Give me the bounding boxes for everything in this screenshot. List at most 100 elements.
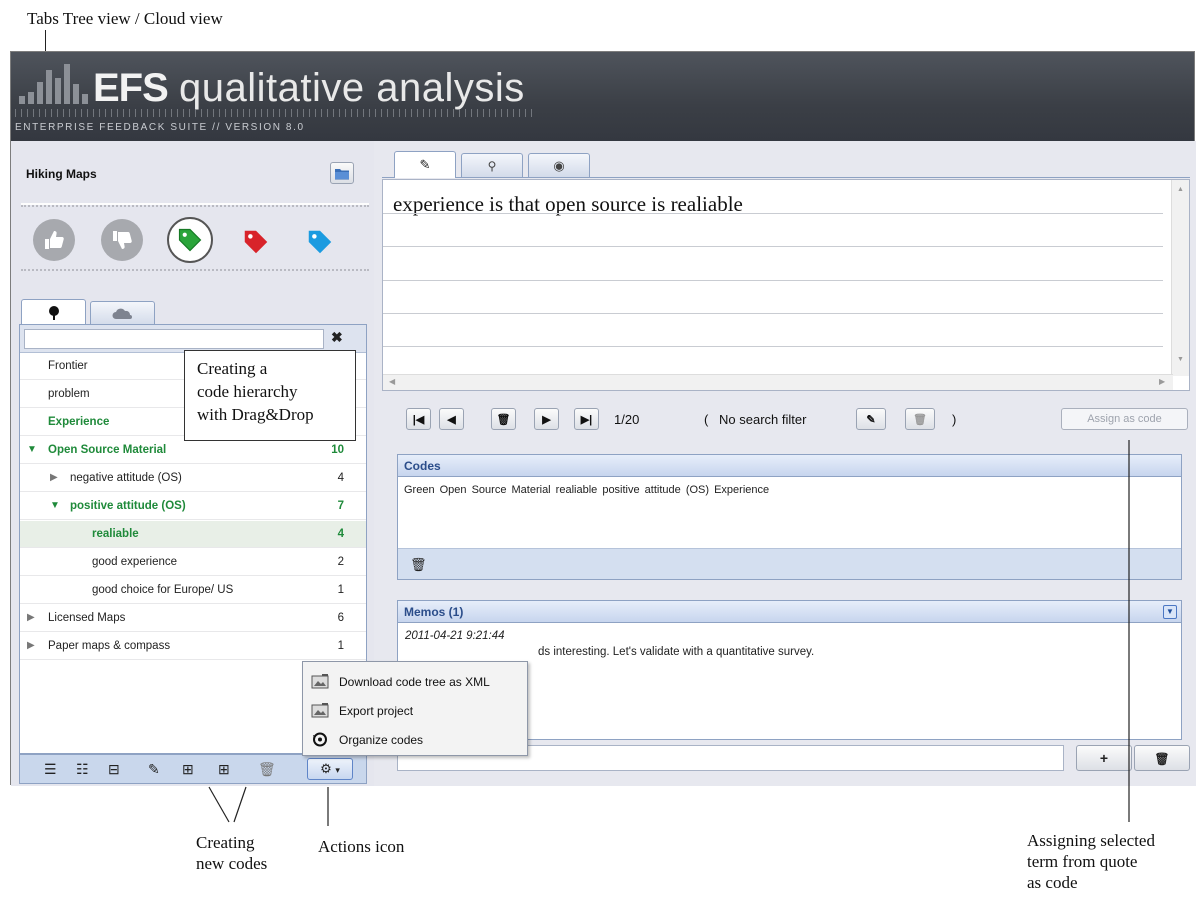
menu-item-label: Download code tree as XML: [339, 675, 490, 689]
vertical-scrollbar[interactable]: ▲ ▼: [1171, 180, 1189, 376]
separator: [21, 269, 369, 271]
tree-row[interactable]: ▶ Paper maps & compass 1: [20, 633, 366, 660]
red-tag-icon[interactable]: [241, 227, 271, 262]
separator: [21, 205, 369, 207]
first-quote-button[interactable]: |◀: [406, 408, 431, 430]
edit-code-icon[interactable]: ✎: [148, 761, 160, 778]
tab-edit-quote[interactable]: ✎: [394, 151, 456, 178]
indent-icon[interactable]: ☷: [76, 761, 89, 778]
tab-cloud-view[interactable]: [90, 301, 155, 325]
add-subcode-icon[interactable]: ⊞: [218, 761, 230, 778]
tree-row[interactable]: ▼ positive attitude (OS) 7: [20, 493, 366, 520]
tree-icon: [48, 305, 59, 320]
quote-text-area[interactable]: experience is that open source is realia…: [382, 179, 1190, 391]
edit-filter-button[interactable]: ✎: [856, 408, 886, 430]
expanded-triangle-icon[interactable]: ▼: [50, 500, 60, 511]
tree-toolbar: ☰ ☷ ⊟ ✎ ⊞ ⊞ 🗑 ⚙ ▾: [19, 754, 367, 784]
remove-code-icon[interactable]: 🗑: [410, 557, 427, 573]
clear-filter-button[interactable]: 🗑: [905, 408, 935, 430]
actions-button[interactable]: ⚙ ▾: [307, 758, 353, 780]
ruler-decoration: [15, 109, 535, 117]
codes-title: Codes: [398, 455, 1181, 477]
horizontal-scrollbar[interactable]: ◀ ▶: [383, 374, 1173, 390]
menu-item-export-project[interactable]: Export project: [303, 697, 527, 725]
callout-text: Creating a: [197, 359, 268, 378]
product-subtitle: ENTERPRISE FEEDBACK SUITE // VERSION 8.0: [15, 122, 305, 133]
delete-quote-button[interactable]: 🗑: [491, 408, 516, 430]
tab-strip-border: [382, 177, 1190, 178]
tree-row-label: good choice for Europe/ US: [92, 584, 234, 596]
memos-title: Memos (1): [398, 601, 1181, 623]
dropdown-arrow-icon: ▾: [335, 765, 340, 775]
annotation-text: term from quote: [1027, 852, 1138, 871]
tree-filter-input[interactable]: [24, 329, 324, 349]
tree-row-label: Licensed Maps: [48, 612, 126, 624]
blue-tag-icon[interactable]: [305, 227, 335, 262]
outdent-icon[interactable]: ☰: [44, 761, 57, 778]
tree-row-label: negative attitude (OS): [70, 472, 182, 484]
eye-icon: ◉: [553, 157, 565, 173]
tree-filter-bar: ✖: [20, 325, 366, 353]
collapse-memos-icon[interactable]: ▼: [1163, 605, 1177, 619]
annotation-actions-icon: Actions icon: [318, 837, 405, 856]
menu-item-label: Organize codes: [339, 733, 424, 747]
tree-row[interactable]: good choice for Europe/ US 1: [20, 577, 366, 604]
cloud-icon: [112, 308, 132, 319]
callout-text: with Drag&Drop: [197, 405, 314, 424]
tree-row[interactable]: ▶ Licensed Maps 6: [20, 605, 366, 632]
thumbs-down-icon[interactable]: [101, 219, 143, 261]
download-icon: [311, 674, 329, 689]
open-project-button[interactable]: [330, 162, 354, 184]
expanded-triangle-icon[interactable]: ▼: [27, 444, 37, 455]
collapsed-triangle-icon[interactable]: ▶: [27, 640, 35, 651]
tree-row[interactable]: ▶ negative attitude (OS) 4: [20, 465, 366, 492]
tree-row[interactable]: realiable 4: [20, 521, 366, 548]
delete-code-icon[interactable]: 🗑: [258, 761, 276, 778]
folder-icon: [335, 168, 349, 179]
tree-row-count: 1: [337, 640, 344, 652]
annotation-assign-code: Assigning selected term from quote as co…: [1027, 830, 1155, 893]
text-line: [383, 313, 1163, 314]
collapsed-triangle-icon[interactable]: ▶: [50, 472, 58, 483]
tree-row-count: 7: [337, 500, 344, 512]
collapsed-triangle-icon[interactable]: ▶: [27, 612, 35, 623]
codes-footer: 🗑: [398, 548, 1181, 579]
quote-position: 1/20: [614, 412, 640, 427]
tree-row-count: 2: [337, 556, 344, 568]
delete-memo-button[interactable]: 🗑: [1134, 745, 1190, 771]
assign-as-code-button[interactable]: Assign as code: [1061, 408, 1188, 430]
annotation-text: Assigning selected: [1027, 831, 1155, 850]
tree-row-label: Experience: [48, 416, 110, 428]
previous-quote-button[interactable]: ◀: [439, 408, 464, 430]
thumbs-up-icon[interactable]: [33, 219, 75, 261]
hierarchy-icon[interactable]: ⊟: [108, 761, 120, 778]
filter-paren-close: ): [952, 412, 957, 427]
tab-preview[interactable]: ◉: [528, 153, 590, 177]
tab-search[interactable]: ⚲: [461, 153, 523, 177]
gear-icon: ⚙: [320, 761, 332, 776]
menu-item-organize-codes[interactable]: Organize codes: [303, 726, 527, 754]
text-line: [383, 280, 1163, 281]
tab-tree-view[interactable]: [21, 299, 86, 325]
tree-row[interactable]: ▼ Open Source Material 10: [20, 437, 366, 464]
annotation-text: Creating: [196, 833, 255, 852]
add-code-icon[interactable]: ⊞: [182, 761, 194, 778]
add-memo-button[interactable]: +: [1076, 745, 1132, 771]
pencil-icon: ✎: [419, 157, 431, 172]
tree-row[interactable]: good experience 2: [20, 549, 366, 576]
menu-item-label: Export project: [339, 704, 414, 718]
last-quote-button[interactable]: ▶|: [574, 408, 599, 430]
annotation-tabs-view: Tabs Tree view / Cloud view: [27, 9, 223, 28]
search-filter-status: No search filter: [719, 412, 807, 427]
green-tag-icon[interactable]: [167, 217, 213, 263]
tree-row-label: realiable: [92, 528, 139, 540]
clear-filter-icon[interactable]: ✖: [331, 329, 343, 346]
menu-item-download-xml[interactable]: Download code tree as XML: [303, 668, 527, 696]
memo-date: 2011-04-21 9:21:44: [405, 630, 505, 642]
product-name: qualitative analysis: [179, 66, 525, 110]
pencil-icon: ✎: [866, 413, 876, 426]
text-line: [383, 213, 1163, 214]
next-quote-button[interactable]: ▶: [534, 408, 559, 430]
assigned-codes-list: Green Open Source Material realiable pos…: [404, 484, 770, 496]
annotation-text: new codes: [196, 854, 268, 873]
